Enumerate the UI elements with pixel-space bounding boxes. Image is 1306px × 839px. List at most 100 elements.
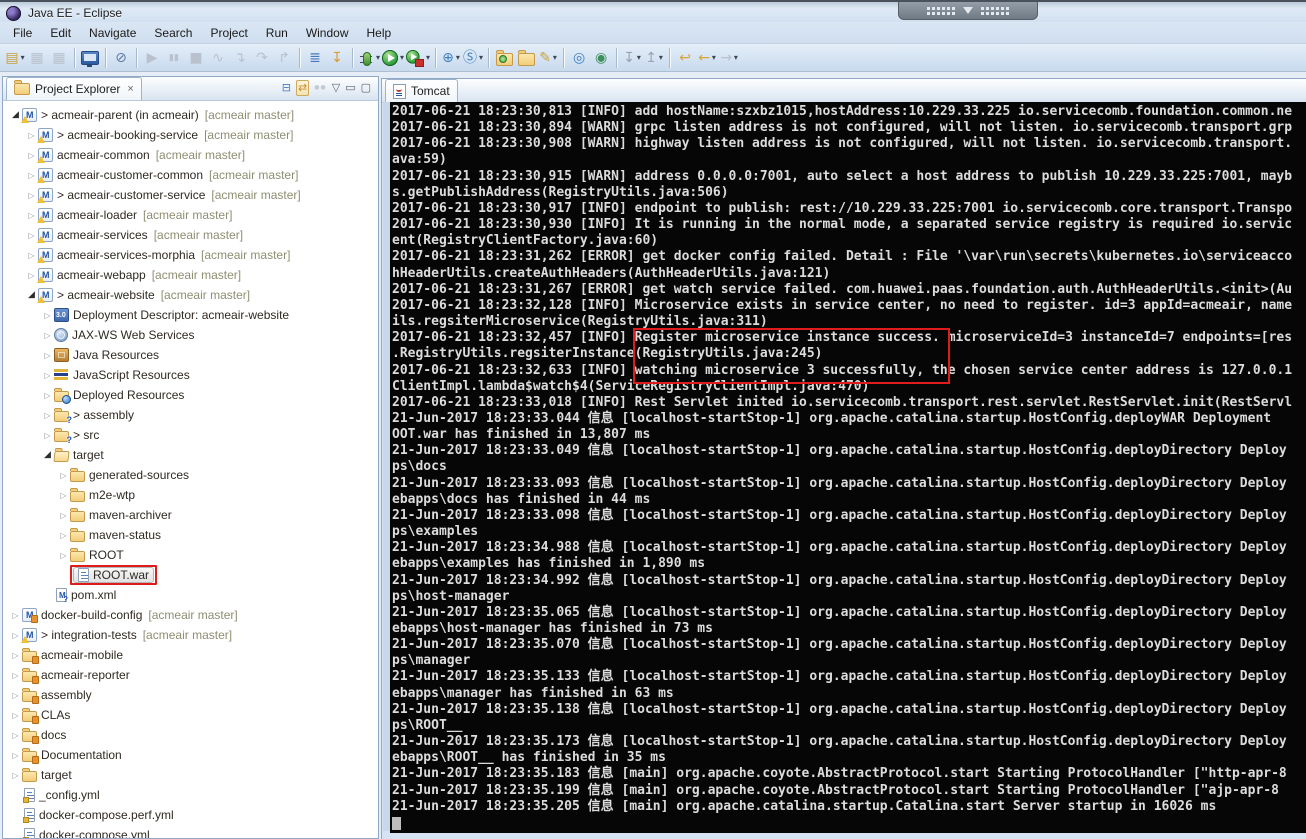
dropdown-arrow-icon[interactable]: ▾ [400, 47, 404, 69]
tree-item-acmeair-customer-service[interactable]: ▷> acmeair-customer-service[acmeair mast… [3, 185, 378, 205]
collapsed-arrow-icon[interactable]: ▷ [57, 511, 70, 520]
tree-item-generated-sources[interactable]: ▷ generated-sources [3, 465, 378, 485]
tree-item-acmeair-parent-in-acmeair[interactable]: ◢> acmeair-parent (in acmeair)[acmeair m… [3, 105, 378, 125]
collapsed-arrow-icon[interactable]: ▷ [9, 731, 22, 740]
tree-item-acmeair-loader[interactable]: ▷acmeair-loader[acmeair master] [3, 205, 378, 225]
tab-tomcat-console[interactable]: Tomcat [385, 79, 458, 102]
web-browser-button[interactable]: ◎ [569, 47, 589, 69]
disconnect-button[interactable]: ∿ [208, 47, 228, 69]
tree-item-acmeair-website[interactable]: ◢> acmeair-website[acmeair master] [3, 285, 378, 305]
menu-item-navigate[interactable]: Navigate [80, 24, 145, 42]
collapsed-arrow-icon[interactable]: ▷ [41, 391, 54, 400]
forward-button[interactable]: → ▾ [719, 47, 739, 69]
new-web-project-button[interactable]: ⊕ ▾ [441, 47, 461, 69]
tree-item-target[interactable]: ◢ target [3, 445, 378, 465]
collapsed-arrow-icon[interactable]: ▷ [41, 411, 54, 420]
tree-item-acmeair-customer-common[interactable]: ▷acmeair-customer-common[acmeair master] [3, 165, 378, 185]
dropdown-arrow-icon[interactable]: ▾ [734, 47, 738, 69]
collapsed-arrow-icon[interactable]: ▷ [57, 471, 70, 480]
tree-item-docs[interactable]: ▷ docs [3, 725, 378, 745]
next-annotation-button[interactable]: ↧ ▾ [622, 47, 642, 69]
tree-item-docker-compose.perf.yml[interactable]: docker-compose.perf.yml [3, 805, 378, 825]
collapsed-arrow-icon[interactable]: ▷ [9, 771, 22, 780]
tree-item-jax-ws-web-services[interactable]: ▷ JAX-WS Web Services [3, 325, 378, 345]
close-icon[interactable]: × [127, 83, 133, 95]
dropdown-arrow-icon[interactable]: ▾ [479, 47, 483, 69]
new-service-button[interactable]: Ⓢ ▾ [463, 47, 483, 69]
tree-item-acmeair-reporter[interactable]: ▷ acmeair-reporter [3, 665, 378, 685]
tree-item-assembly[interactable]: ▷ > assembly [3, 405, 378, 425]
menu-item-run[interactable]: Run [257, 24, 297, 42]
console-output[interactable]: 2017-06-21 18:23:30,813 [INFO] add hostN… [390, 102, 1306, 833]
drop-to-frame-button[interactable]: ↧ [327, 47, 347, 69]
step-into-button[interactable]: ↴ [230, 47, 250, 69]
collapsed-arrow-icon[interactable]: ▷ [9, 651, 22, 660]
screen-capture-widget[interactable] [898, 2, 1038, 20]
tree-item-acmeair-services[interactable]: ▷acmeair-services[acmeair master] [3, 225, 378, 245]
collapsed-arrow-icon[interactable]: ▷ [41, 311, 54, 320]
expanded-arrow-icon[interactable]: ◢ [41, 450, 54, 460]
collapsed-arrow-icon[interactable]: ▷ [57, 551, 70, 560]
collapsed-arrow-icon[interactable]: ▷ [57, 531, 70, 540]
tree-item-acmeair-common[interactable]: ▷acmeair-common[acmeair master] [3, 145, 378, 165]
pause-button[interactable]: ▮▮ [164, 47, 184, 69]
collapsed-arrow-icon[interactable]: ▷ [41, 431, 54, 440]
tree-item-acmeair-mobile[interactable]: ▷ acmeair-mobile [3, 645, 378, 665]
run-button[interactable]: ▾ [382, 47, 404, 69]
dropdown-arrow-icon[interactable]: ▾ [376, 47, 380, 69]
collapsed-arrow-icon[interactable]: ▷ [41, 331, 54, 340]
import-button[interactable] [494, 47, 514, 69]
minimize-icon[interactable]: ▭ [345, 81, 355, 95]
dropdown-arrow-icon[interactable]: ▾ [712, 47, 716, 69]
dropdown-arrow-icon[interactable]: ▾ [21, 47, 25, 69]
collapsed-arrow-icon[interactable]: ▷ [9, 611, 22, 620]
collapsed-arrow-icon[interactable]: ▷ [9, 691, 22, 700]
menu-item-help[interactable]: Help [358, 24, 401, 42]
link-with-editor-icon[interactable]: ⇄ [296, 80, 310, 96]
tab-project-explorer[interactable]: Project Explorer × [6, 77, 142, 100]
dropdown-arrow-icon[interactable]: ▾ [637, 47, 641, 69]
collapsed-arrow-icon[interactable]: ▷ [41, 371, 54, 380]
tree-item-docker-build-config[interactable]: ▷ docker-build-config [acmeair master] [3, 605, 378, 625]
collapsed-arrow-icon[interactable]: ▷ [9, 671, 22, 680]
maximize-icon[interactable]: ▢ [361, 81, 371, 95]
tree-item-pom.xml[interactable]: pom.xml [3, 585, 378, 605]
run-on-server-button[interactable]: ◉ [591, 47, 611, 69]
tree-item-acmeair-services-morphia[interactable]: ▷acmeair-services-morphia[acmeair master… [3, 245, 378, 265]
tree-item-integration-tests[interactable]: ▷> integration-tests[acmeair master] [3, 625, 378, 645]
external-tools-button[interactable]: ▾ [406, 47, 430, 69]
save-button[interactable]: ▦ [27, 47, 47, 69]
tree-item-deployment-descriptor-acmeair-website[interactable]: ▷ Deployment Descriptor: acmeair-website [3, 305, 378, 325]
tree-item-acmeair-webapp[interactable]: ▷acmeair-webapp[acmeair master] [3, 265, 378, 285]
dropdown-arrow-icon[interactable]: ▾ [426, 47, 430, 69]
prev-annotation-button[interactable]: ↥ ▾ [644, 47, 664, 69]
resume-button[interactable]: ▶ [142, 47, 162, 69]
menu-item-window[interactable]: Window [297, 24, 358, 42]
collapsed-arrow-icon[interactable]: ▷ [9, 751, 22, 760]
tree-item-root.war[interactable]: ROOT.war [3, 565, 378, 585]
menu-item-project[interactable]: Project [201, 24, 256, 42]
tree-item-javascript-resources[interactable]: ▷ JavaScript Resources [3, 365, 378, 385]
save-all-button[interactable]: ▦ [49, 47, 69, 69]
dropdown-arrow-icon[interactable]: ▾ [553, 47, 557, 69]
menu-item-edit[interactable]: Edit [41, 24, 80, 42]
open-console-button[interactable] [80, 47, 100, 69]
last-edit-button[interactable]: ↩ [675, 47, 695, 69]
tree-item-acmeair-booking-service[interactable]: ▷> acmeair-booking-service[acmeair maste… [3, 125, 378, 145]
collapse-all-icon[interactable]: ⊟ [282, 81, 291, 95]
brush-button[interactable]: ✎ ▾ [538, 47, 558, 69]
tree-item-maven-status[interactable]: ▷ maven-status [3, 525, 378, 545]
tree-item-root[interactable]: ▷ ROOT [3, 545, 378, 565]
tree-item-target[interactable]: ▷ target [3, 765, 378, 785]
tree-item-src[interactable]: ▷ > src [3, 425, 378, 445]
dropdown-arrow-icon[interactable]: ▾ [456, 47, 460, 69]
tree-item-maven-archiver[interactable]: ▷ maven-archiver [3, 505, 378, 525]
view-menu-icon[interactable]: ▽ [332, 81, 340, 95]
stop-button[interactable]: ■ [186, 47, 206, 69]
debug-button[interactable]: ▾ [358, 47, 380, 69]
tree-item-config.yml[interactable]: _config.yml [3, 785, 378, 805]
back-button[interactable]: ← ▾ [697, 47, 717, 69]
dropdown-arrow-icon[interactable]: ▾ [659, 47, 663, 69]
tree-item-deployed-resources[interactable]: ▷ Deployed Resources [3, 385, 378, 405]
step-over-button[interactable]: ↷ [252, 47, 272, 69]
